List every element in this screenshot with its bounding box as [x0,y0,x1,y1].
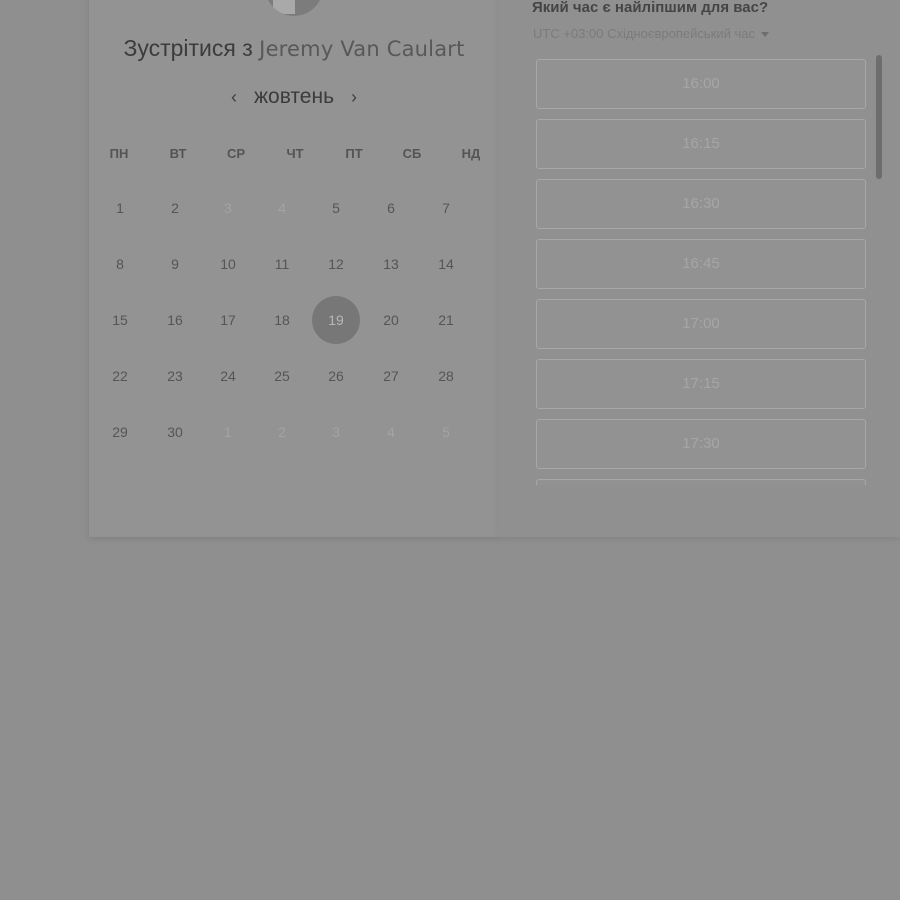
booking-page: Зустрітися з Jeremy Van Caulart ‹ жовтен… [0,0,900,900]
time-question: Який час є найліпшим для вас? [532,0,769,16]
month-navigation: ‹ жовтень › [89,84,499,110]
weekday-label: ПТ [345,146,363,161]
calendar-day[interactable]: 21 [422,296,470,344]
time-slot-button[interactable]: 16:30 [536,179,866,229]
calendar-day[interactable]: 28 [422,352,470,400]
calendar-day[interactable]: 9 [151,240,199,288]
calendar-day[interactable]: 23 [151,352,199,400]
calendar-day[interactable]: 11 [258,240,306,288]
calendar-day[interactable]: 29 [96,408,144,456]
weekday-label: ЧТ [286,146,304,161]
calendar-day[interactable]: 8 [96,240,144,288]
time-slot-button[interactable] [536,479,866,485]
calendar-day: 3 [332,424,340,440]
calendar-day[interactable]: 7 [422,184,470,232]
month-label: жовтень [253,85,335,108]
calendar-day[interactable]: 5 [312,184,360,232]
weekday-label: ПН [109,146,129,161]
calendar-day: 5 [442,424,450,440]
time-slot-button[interactable]: 16:15 [536,119,866,169]
time-slot-button[interactable]: 17:30 [536,419,866,469]
timezone-label: UTC +03:00 Східноєвропейський час [533,26,755,41]
weekday-label: ВТ [169,146,187,161]
calendar-day[interactable]: 18 [258,296,306,344]
calendar-day[interactable]: 22 [96,352,144,400]
calendar-day[interactable]: 27 [367,352,415,400]
calendar-day[interactable]: 20 [367,296,415,344]
time-slot-list: 16:00 16:15 16:30 16:45 17:00 17:15 17:30 [530,55,875,485]
time-slot-button[interactable]: 17:15 [536,359,866,409]
title-prefix: Зустрітися з [123,35,253,61]
calendar-day[interactable]: 2 [151,184,199,232]
calendar-day[interactable]: 16 [151,296,199,344]
calendar-day: 4 [278,200,286,216]
calendar-day[interactable]: 14 [422,240,470,288]
time-slot-button[interactable]: 16:45 [536,239,866,289]
calendar-day: 1 [224,424,232,440]
calendar-day[interactable]: 10 [204,240,252,288]
calendar-day: 2 [278,424,286,440]
calendar-day[interactable]: 17 [204,296,252,344]
weekday-label: СР [226,146,246,161]
calendar-day[interactable]: 13 [367,240,415,288]
caret-down-icon [760,32,769,38]
timezone-selector[interactable]: UTC +03:00 Східноєвропейський час [533,26,769,41]
page-title: Зустрітися з Jeremy Van Caulart [89,35,499,62]
scrollbar[interactable] [876,55,882,179]
time-slot-button[interactable]: 17:00 [536,299,866,349]
chevron-right-icon[interactable]: › [342,84,366,110]
calendar-day: 3 [224,200,232,216]
weekday-label: СБ [402,146,422,161]
calendar-day[interactable]: 26 [312,352,360,400]
calendar-day[interactable]: 30 [151,408,199,456]
calendar-day[interactable]: 25 [258,352,306,400]
weekday-label: НД [461,146,481,161]
time-slot-button[interactable]: 16:00 [536,59,866,109]
host-name: Jeremy Van Caulart [259,37,465,61]
calendar-day[interactable]: 12 [312,240,360,288]
chevron-left-icon[interactable]: ‹ [222,84,246,110]
calendar-day[interactable]: 24 [204,352,252,400]
calendar-day-selected[interactable]: 19 [312,296,360,344]
calendar-day[interactable]: 1 [96,184,144,232]
calendar-day: 4 [387,424,395,440]
calendar-day[interactable]: 15 [96,296,144,344]
calendar-day[interactable]: 6 [367,184,415,232]
